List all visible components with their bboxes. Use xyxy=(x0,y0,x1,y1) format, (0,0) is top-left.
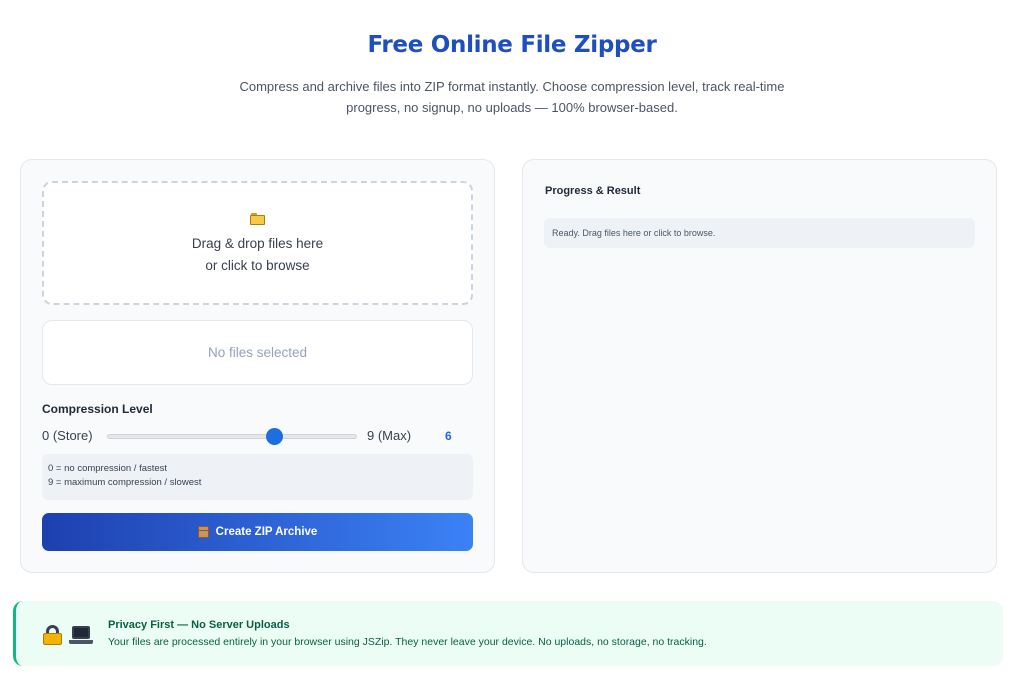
compression-level-label: Compression Level xyxy=(42,402,153,416)
box-icon xyxy=(197,526,209,538)
page-title: Free Online File Zipper xyxy=(367,32,657,58)
progress-title: Progress & Result xyxy=(545,185,641,197)
file-dropzone[interactable]: Drag & drop files here or click to brows… xyxy=(42,181,473,305)
compression-hint-min: 0 = no compression / fastest xyxy=(48,463,168,474)
slider-track xyxy=(107,434,357,439)
file-list-empty-text: No files selected xyxy=(207,345,308,360)
lock-icon xyxy=(43,625,62,645)
compression-max-label: 9 (Max) xyxy=(367,428,412,443)
input-panel: Drag & drop files here or click to brows… xyxy=(20,159,495,573)
slider-thumb[interactable] xyxy=(265,428,283,445)
privacy-title: Privacy First — No Server Uploads xyxy=(108,619,290,631)
compression-hint-max: 9 = maximum compression / slowest xyxy=(48,477,202,488)
progress-panel: Progress & Result Ready. Drag files here… xyxy=(522,159,997,573)
privacy-notice: Privacy First — No Server Uploads Your f… xyxy=(13,601,1003,666)
compression-hint: 0 = no compression / fastest 9 = maximum… xyxy=(42,454,473,500)
laptop-icon xyxy=(69,626,93,644)
compression-min-label: 0 (Store) xyxy=(42,428,93,443)
dropzone-primary-text: Drag & drop files here xyxy=(191,236,324,251)
file-list: No files selected xyxy=(42,320,473,385)
page-subtitle: Compress and archive files into ZIP form… xyxy=(239,79,785,115)
compression-slider[interactable] xyxy=(107,428,357,445)
create-zip-button[interactable]: Create ZIP Archive xyxy=(42,513,473,551)
create-zip-button-label: Create ZIP Archive xyxy=(215,526,318,538)
folder-icon xyxy=(250,213,265,225)
dropzone-secondary-text: or click to browse xyxy=(205,258,310,273)
status-message: Ready. Drag files here or click to brows… xyxy=(544,218,975,248)
privacy-text: Your files are processed entirely in you… xyxy=(108,636,707,648)
compression-value: 6 xyxy=(445,429,452,443)
